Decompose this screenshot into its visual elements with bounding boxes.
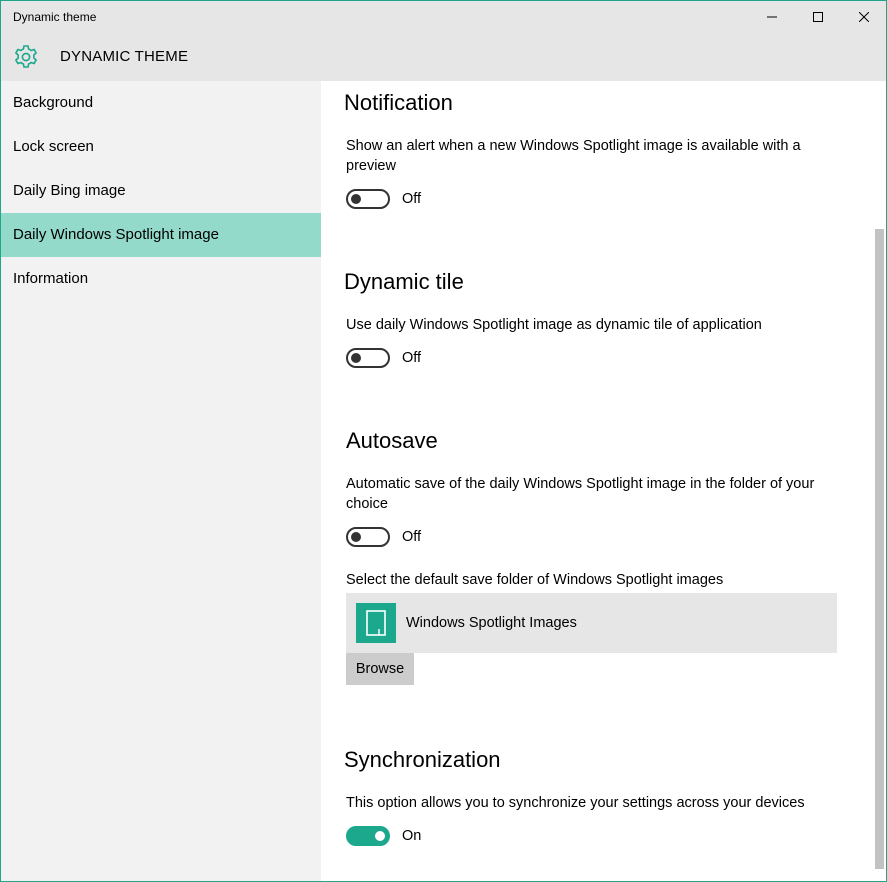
- title-bar[interactable]: Dynamic theme: [1, 1, 886, 33]
- notification-toggle-state: Off: [402, 191, 422, 207]
- scrollbar-thumb[interactable]: [875, 229, 884, 869]
- content-scrollbar[interactable]: [873, 81, 886, 881]
- minimize-button[interactable]: [749, 1, 795, 33]
- toggle-knob: [375, 831, 385, 841]
- save-folder-prompt: Select the default save folder of Window…: [346, 572, 724, 588]
- window-title: Dynamic theme: [13, 10, 97, 24]
- toggle-knob: [351, 532, 361, 542]
- maximize-button[interactable]: [795, 1, 841, 33]
- notification-description: Show an alert when a new Windows Spotlig…: [346, 138, 801, 174]
- autosave-description: Automatic save of the daily Windows Spot…: [346, 476, 815, 512]
- app-title: DYNAMIC THEME: [60, 48, 189, 65]
- autosave-heading: Autosave: [346, 428, 438, 453]
- notification-toggle[interactable]: [346, 189, 390, 209]
- browse-button[interactable]: Browse: [346, 653, 414, 685]
- app-window: Dynamic theme DYNAMIC THEME Background L…: [0, 0, 887, 882]
- sidebar-item-lock-screen[interactable]: Lock screen: [1, 125, 321, 169]
- synchronization-description: This option allows you to synchronize yo…: [346, 795, 805, 811]
- sidebar-item-daily-bing-image[interactable]: Daily Bing image: [1, 169, 321, 213]
- toggle-knob: [351, 194, 361, 204]
- sidebar-item-daily-windows-spotlight-image[interactable]: Daily Windows Spotlight image: [1, 213, 321, 257]
- dynamic-tile-description: Use daily Windows Spotlight image as dyn…: [346, 317, 762, 333]
- dynamic-tile-heading: Dynamic tile: [344, 269, 464, 294]
- sidebar: Background Lock screen Daily Bing image …: [1, 81, 321, 881]
- folder-icon: [366, 610, 386, 636]
- sidebar-item-information[interactable]: Information: [1, 257, 321, 301]
- settings-content: Notification Show an alert when a new Wi…: [321, 81, 873, 881]
- close-button[interactable]: [841, 1, 886, 33]
- toggle-knob: [351, 353, 361, 363]
- folder-icon-tile: [356, 603, 396, 643]
- maximize-icon: [813, 12, 823, 22]
- synchronization-toggle[interactable]: [346, 826, 390, 846]
- close-icon: [859, 12, 869, 22]
- save-folder-picker[interactable]: Windows Spotlight Images: [346, 593, 837, 653]
- save-folder-name: Windows Spotlight Images: [406, 615, 577, 631]
- synchronization-toggle-state: On: [402, 828, 422, 844]
- dynamic-tile-toggle-state: Off: [402, 350, 422, 366]
- autosave-toggle-state: Off: [402, 529, 422, 545]
- minimize-icon: [767, 16, 777, 18]
- dynamic-tile-toggle[interactable]: [346, 348, 390, 368]
- app-header: DYNAMIC THEME: [1, 33, 886, 81]
- sidebar-item-background[interactable]: Background: [1, 81, 321, 125]
- notification-heading: Notification: [344, 90, 453, 115]
- synchronization-heading: Synchronization: [344, 747, 501, 772]
- autosave-toggle[interactable]: [346, 527, 390, 547]
- gear-icon: [14, 45, 38, 68]
